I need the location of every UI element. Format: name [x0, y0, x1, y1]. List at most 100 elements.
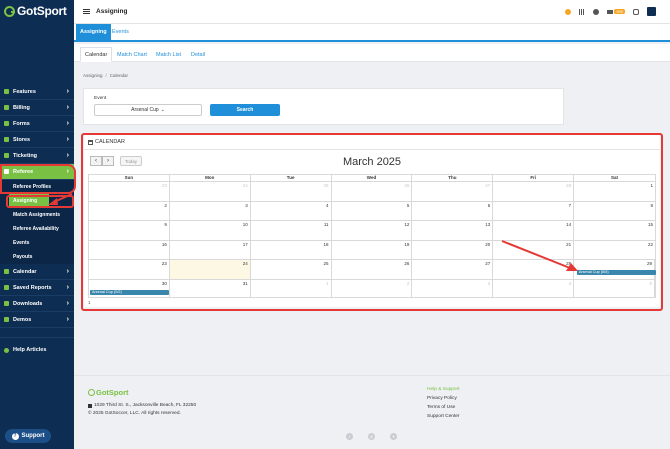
annotation-arrow-calendar — [501, 240, 578, 271]
ticketing-icon — [4, 153, 9, 158]
user-icon[interactable] — [593, 8, 600, 15]
gotsport-logo-icon — [4, 5, 15, 17]
mail-button[interactable]: 999 — [607, 9, 625, 14]
chevron-right-icon: › — [66, 104, 69, 111]
hamburger-menu-icon[interactable] — [83, 9, 90, 14]
footer: GotSport 1029 Third St. S., Jacksonville… — [74, 375, 670, 449]
sidebar-item-help-articles[interactable]: Help Articles — [4, 347, 46, 353]
instagram-icon[interactable]: ◎ — [368, 433, 375, 440]
chevron-right-icon: › — [66, 268, 69, 275]
chat-icon[interactable] — [633, 8, 639, 15]
footer-brand: GotSport — [96, 388, 129, 397]
search-button[interactable]: Search — [210, 104, 280, 116]
facebook-icon[interactable]: f — [346, 433, 353, 440]
sidebar-item-label: Stores — [13, 136, 31, 143]
twitter-icon[interactable]: ✦ — [390, 433, 397, 440]
sidebar-item-features[interactable]: Features › — [0, 84, 74, 100]
chevron-right-icon: › — [66, 120, 69, 127]
chevron-right-icon: › — [66, 88, 69, 95]
mail-badge: 999 — [614, 9, 625, 14]
chevron-right-icon: › — [66, 152, 69, 159]
help-circle-icon[interactable] — [565, 8, 572, 15]
tab-detail[interactable]: Detail — [187, 47, 209, 62]
sidebar: GotSport Features › Billing › Forms › Store… — [0, 0, 74, 449]
sub-item-payouts[interactable]: Payouts — [0, 250, 74, 264]
sidebar-item-ticketing[interactable]: Ticketing › — [0, 148, 74, 164]
billing-icon — [4, 105, 9, 110]
sidebar-item-downloads[interactable]: Downloads › — [0, 296, 74, 312]
sidebar-item-label: Saved Reports — [13, 284, 52, 291]
secondary-tabs: Calendar Match Chart Match List Detail — [74, 44, 670, 62]
tab-match-list[interactable]: Match List — [152, 47, 185, 62]
page-title: Assigning — [96, 8, 128, 15]
footer-links: Help & Support Privacy Policy Terms of U… — [427, 387, 460, 423]
event-filter-panel: Event Arsenal Cup ⌄ Search — [83, 88, 564, 125]
help-icon — [4, 347, 9, 353]
sidebar-item-label: Forms — [13, 120, 30, 127]
sidebar-item-calendar[interactable]: Calendar › — [0, 264, 74, 280]
sub-item-events[interactable]: Events — [0, 236, 74, 250]
mail-icon — [607, 9, 614, 14]
sub-item-referee-availability[interactable]: Referee Availability — [0, 222, 74, 236]
annotation-highlight-calendar — [81, 133, 663, 311]
breadcrumb-assigning[interactable]: Assigning — [83, 73, 103, 78]
downloads-icon — [4, 301, 9, 306]
sidebar-item-label: Billing — [13, 104, 30, 111]
breadcrumb-separator: / — [105, 73, 107, 78]
forms-icon — [4, 121, 9, 126]
logo-text: GotSport — [17, 4, 67, 18]
tab-match-chart[interactable]: Match Chart — [113, 47, 151, 62]
event-select[interactable]: Arsenal Cup ⌄ — [94, 104, 202, 116]
dropdown-caret-icon: ⌄ — [160, 107, 165, 113]
top-bar: Assigning 999 — [74, 0, 670, 24]
footer-links-heading: Help & Support — [427, 387, 460, 392]
sidebar-item-label: Features — [13, 88, 36, 95]
gotsport-logo-icon — [88, 389, 95, 396]
breadcrumb: Assigning / Calendar — [83, 73, 128, 78]
tab-assigning[interactable]: Assigning — [76, 24, 111, 40]
sidebar-item-forms[interactable]: Forms › — [0, 116, 74, 132]
sidebar-divider — [0, 337, 74, 338]
tab-events[interactable]: Events — [108, 24, 133, 40]
sidebar-item-label: Calendar — [13, 268, 37, 275]
stores-icon — [4, 137, 9, 142]
sidebar-item-stores[interactable]: Stores › — [0, 132, 74, 148]
footer-link-support-center[interactable]: Support Center — [427, 414, 460, 423]
social-links: f ◎ ✦ — [346, 433, 397, 440]
event-select-value: Arsenal Cup — [131, 107, 159, 113]
chevron-right-icon: › — [66, 300, 69, 307]
reports-icon — [4, 285, 9, 290]
footer-link-privacy[interactable]: Privacy Policy — [427, 396, 460, 405]
sub-item-match-assignments[interactable]: Match Assignments — [0, 208, 74, 222]
breadcrumb-calendar: Calendar — [109, 73, 129, 78]
help-label: Help Articles — [13, 347, 47, 353]
demos-icon — [4, 317, 9, 322]
home-icon — [88, 403, 92, 408]
support-button[interactable]: ? Support — [5, 429, 51, 443]
avatar[interactable] — [647, 7, 656, 16]
footer-logo[interactable]: GotSport — [88, 388, 129, 397]
chevron-right-icon: › — [66, 136, 69, 143]
sidebar-item-demos[interactable]: Demos › — [0, 312, 74, 328]
sidebar-item-label: Ticketing — [13, 152, 38, 159]
sidebar-item-label: Demos — [13, 316, 32, 323]
footer-link-terms[interactable]: Terms of Use — [427, 405, 460, 414]
question-icon: ? — [11, 432, 19, 440]
features-icon — [4, 89, 9, 94]
gotsport-logo[interactable]: GotSport — [4, 4, 67, 18]
tab-calendar[interactable]: Calendar — [80, 47, 113, 62]
sidebar-item-billing[interactable]: Billing › — [0, 100, 74, 116]
top-icons: 999 — [565, 7, 656, 16]
footer-address-text: 1029 Third St. S., Jacksonville Beach, F… — [94, 403, 197, 408]
footer-address: 1029 Third St. S., Jacksonville Beach, F… — [88, 403, 196, 408]
primary-tabs: Assigning Events — [74, 24, 670, 42]
sidebar-item-label: Downloads — [13, 300, 43, 307]
support-label: Support — [21, 433, 45, 439]
annotation-arrow-sidebar — [48, 193, 73, 205]
event-label: Event — [94, 96, 107, 101]
chevron-right-icon: › — [66, 284, 69, 291]
apps-grid-icon[interactable] — [579, 8, 586, 15]
footer-copyright: © 2025 GotSoccer, LLC. All rights reserv… — [88, 411, 181, 416]
sidebar-item-saved-reports[interactable]: Saved Reports › — [0, 280, 74, 296]
calendar-icon — [4, 269, 9, 274]
